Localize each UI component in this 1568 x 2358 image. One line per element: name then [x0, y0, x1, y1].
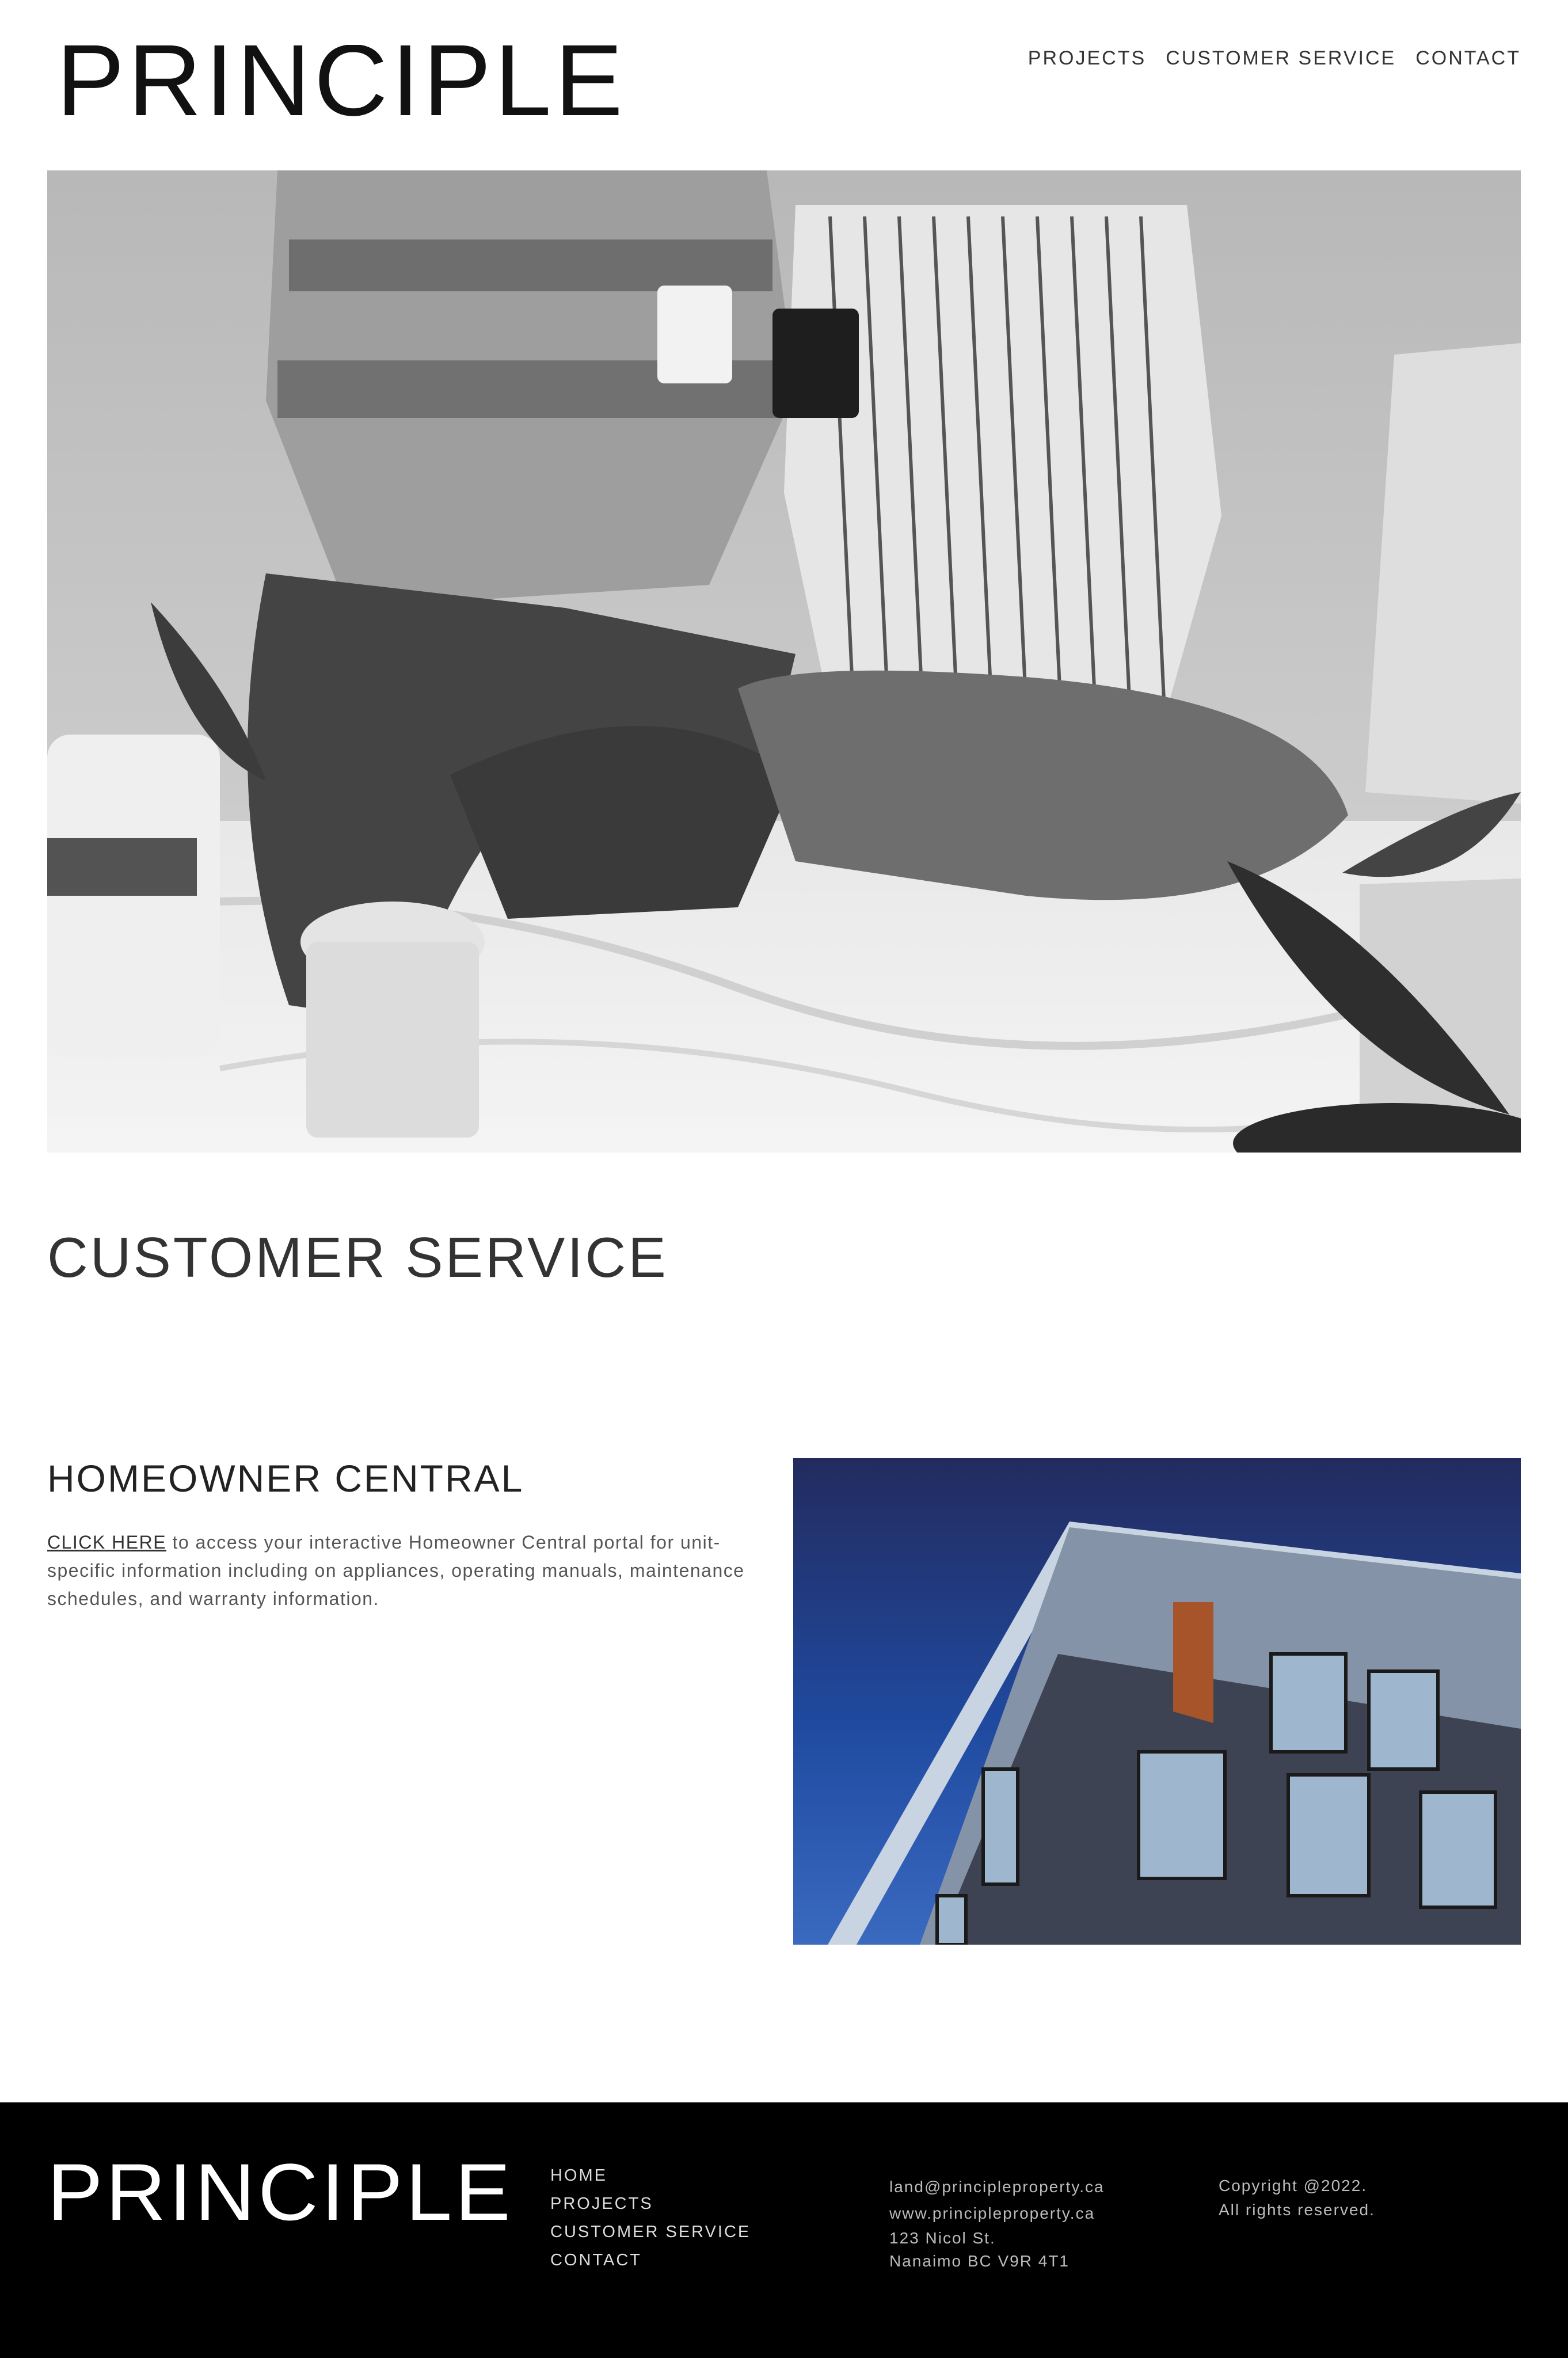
footer-nav-customer-service[interactable]: CUSTOMER SERVICE	[550, 2222, 751, 2242]
site-logo[interactable]: PRINCIPLE	[56, 45, 627, 116]
main-nav: PROJECTS CUSTOMER SERVICE CONTACT	[1028, 47, 1521, 70]
footer-email-link[interactable]: land@principleproperty.ca	[889, 2174, 1105, 2200]
nav-customer-service[interactable]: CUSTOMER SERVICE	[1166, 47, 1396, 70]
homeowner-central-title: HOMEOWNER CENTRAL	[47, 1457, 524, 1500]
nav-projects[interactable]: PROJECTS	[1028, 47, 1146, 70]
nav-contact[interactable]: CONTACT	[1415, 47, 1521, 70]
page-title: CUSTOMER SERVICE	[47, 1226, 668, 1289]
footer-copyright: Copyright @2022. All rights reserved.	[1219, 2174, 1375, 2222]
footer-nav: HOME PROJECTS CUSTOMER SERVICE CONTACT	[550, 2166, 751, 2270]
building-image	[793, 1458, 1521, 1945]
homeowner-central-text: CLICK HERE to access your interactive Ho…	[47, 1528, 761, 1613]
footer-website-link[interactable]: www.principleproperty.ca	[889, 2200, 1105, 2227]
site-header: PRINCIPLE PROJECTS CUSTOMER SERVICE CONT…	[0, 0, 1568, 170]
copyright-line2: All rights reserved.	[1219, 2201, 1375, 2219]
svg-text:PRINCIPLE: PRINCIPLE	[47, 2163, 513, 2221]
footer-address-line2: Nanaimo BC V9R 4T1	[889, 2252, 1070, 2270]
footer-nav-contact[interactable]: CONTACT	[550, 2250, 751, 2270]
site-footer: PRINCIPLE HOME PROJECTS CUSTOMER SERVICE…	[0, 2102, 1568, 2358]
footer-contact: land@principleproperty.ca www.principlep…	[889, 2174, 1105, 2273]
footer-logo[interactable]: PRINCIPLE	[47, 2163, 515, 2221]
copyright-line1: Copyright @2022.	[1219, 2177, 1368, 2195]
hero-image	[47, 170, 1521, 1153]
footer-address-line1: 123 Nicol St.	[889, 2229, 996, 2247]
click-here-link[interactable]: CLICK HERE	[47, 1532, 166, 1553]
svg-text:PRINCIPLE: PRINCIPLE	[56, 45, 626, 116]
footer-nav-projects[interactable]: PROJECTS	[550, 2194, 751, 2214]
footer-nav-home[interactable]: HOME	[550, 2166, 751, 2186]
